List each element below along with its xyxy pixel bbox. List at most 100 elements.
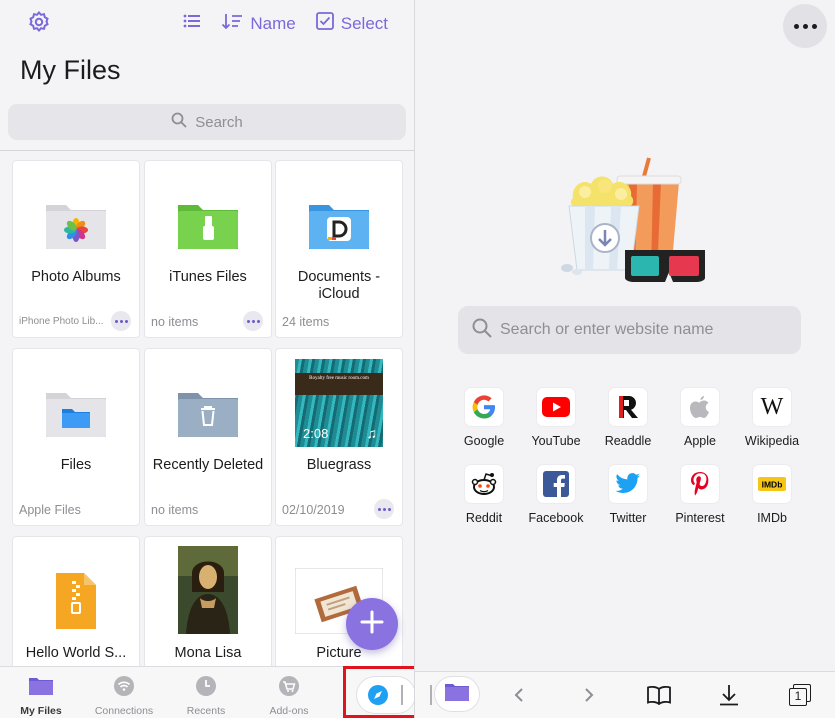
favorite-label: Reddit (465, 511, 503, 525)
dot-icon (811, 23, 817, 29)
google-icon (465, 388, 503, 426)
files-toolbar: Name Select (0, 10, 414, 36)
settings-gear-icon[interactable] (27, 10, 51, 34)
favorite-label: Facebook (528, 511, 584, 525)
file-name: iTunes Files (169, 269, 247, 285)
wikipedia-icon: W (753, 388, 791, 426)
more-options-icon[interactable] (243, 311, 263, 331)
favorite-label: Google (463, 434, 505, 448)
trash-folder-icon (145, 367, 271, 459)
favorite-apple[interactable]: Apple (664, 388, 736, 448)
facebook-icon (537, 465, 575, 503)
page-title: My Files (20, 55, 121, 85)
favorite-readdle[interactable]: Readdle (592, 388, 664, 448)
add-button[interactable] (346, 598, 398, 650)
more-options-button[interactable] (783, 4, 827, 48)
search-icon (472, 318, 492, 343)
files-search-input[interactable]: Search (8, 104, 406, 140)
drag-handle-icon[interactable] (427, 682, 435, 708)
file-name: Documents - iCloud (297, 269, 381, 302)
sort-arrows-icon (221, 12, 243, 35)
files-toggle-button[interactable] (435, 677, 479, 711)
dot-icon (793, 23, 799, 29)
file-name: Photo Albums (31, 269, 121, 285)
thumbnail-caption: Royalty free music room.com (295, 373, 383, 395)
twitter-icon (609, 465, 647, 503)
mona-lisa-thumbnail (145, 545, 271, 635)
music-note-icon: ♫ (366, 425, 378, 441)
dot-icon (802, 23, 808, 29)
favorite-label: Pinterest (675, 511, 725, 525)
reddit-icon (465, 465, 503, 503)
favorite-label: IMDb (757, 511, 787, 525)
tab-label: My Files (20, 705, 62, 717)
files-folder-icon (13, 367, 139, 459)
readdle-icon (609, 388, 647, 426)
wifi-icon (84, 673, 164, 699)
favorite-label: Twitter (609, 511, 647, 525)
file-item[interactable]: Documents - iCloud 24 items (275, 160, 403, 338)
favorite-wikipedia[interactable]: W Wikipedia (736, 388, 808, 448)
zip-file-icon (13, 555, 139, 647)
file-meta: 02/10/2019 (282, 503, 345, 517)
browser-address-input[interactable]: Search or enter website name (458, 306, 801, 354)
file-meta: no items (151, 315, 199, 329)
tab-label: Add-ons (269, 705, 309, 717)
file-name: Files (60, 457, 92, 473)
file-meta: iPhone Photo Lib... (19, 316, 104, 327)
file-meta: no items (151, 503, 199, 517)
audio-thumbnail: Royalty free music room.com 2:08 ♫ (276, 359, 402, 447)
tabs-icon: 1 (789, 684, 811, 706)
file-name: Mona Lisa (174, 645, 242, 661)
list-view-icon[interactable] (183, 13, 201, 34)
file-item[interactable]: iTunes Files no items (144, 160, 272, 338)
back-icon[interactable] (509, 682, 529, 708)
imdb-icon: IMDb (753, 465, 791, 503)
photos-folder-icon (13, 179, 139, 271)
favorite-google[interactable]: Google (448, 388, 520, 448)
more-options-icon[interactable] (111, 311, 131, 331)
cart-icon (249, 673, 329, 699)
clock-icon (166, 673, 246, 699)
search-placeholder: Search (195, 113, 243, 131)
select-button[interactable]: Select (315, 12, 388, 35)
audio-duration: 2:08 (303, 426, 329, 441)
tabs-button[interactable]: 1 (787, 682, 813, 708)
favorite-youtube[interactable]: YouTube (520, 388, 592, 448)
tab-recents[interactable]: Recents (166, 673, 246, 717)
svg-text:IMDb: IMDb (762, 480, 783, 490)
favorite-pinterest[interactable]: Pinterest (664, 465, 736, 525)
favorite-twitter[interactable]: Twitter (592, 465, 664, 525)
tab-add-ons[interactable]: Add-ons (249, 673, 329, 717)
tab-my-files[interactable]: My Files (1, 673, 81, 717)
file-item[interactable]: Files Apple Files (12, 348, 140, 526)
plus-icon (360, 610, 384, 639)
favorite-label: Apple (684, 434, 716, 448)
tab-label: Connections (94, 705, 154, 717)
tab-connections[interactable]: Connections (84, 673, 164, 717)
favorite-facebook[interactable]: Facebook (520, 465, 592, 525)
file-name: Bluegrass (306, 457, 372, 473)
file-item[interactable]: Photo Albums iPhone Photo Lib... (12, 160, 140, 338)
search-icon (171, 112, 187, 132)
favorite-label: Readdle (604, 434, 652, 448)
folder-icon (1, 673, 81, 699)
sort-label: Name (250, 13, 296, 33)
download-icon[interactable] (717, 682, 741, 708)
browser-toolbar: 1 (415, 671, 835, 718)
more-options-icon[interactable] (374, 499, 394, 519)
favorite-imdb[interactable]: IMDb IMDb (736, 465, 808, 525)
bookmarks-icon[interactable] (645, 682, 673, 708)
address-placeholder: Search or enter website name (500, 321, 714, 338)
select-label: Select (340, 13, 388, 33)
apple-icon (681, 388, 719, 426)
forward-icon[interactable] (579, 682, 599, 708)
file-item[interactable]: Royalty free music room.com 2:08 ♫ Blueg… (275, 348, 403, 526)
tab-label: Recents (186, 705, 226, 717)
favorite-reddit[interactable]: Reddit (448, 465, 520, 525)
pinterest-icon (681, 465, 719, 503)
sort-button[interactable]: Name (221, 12, 296, 35)
favorite-label: YouTube (531, 434, 581, 448)
file-item[interactable]: Recently Deleted no items (144, 348, 272, 526)
file-name: Hello World S... (25, 645, 127, 661)
